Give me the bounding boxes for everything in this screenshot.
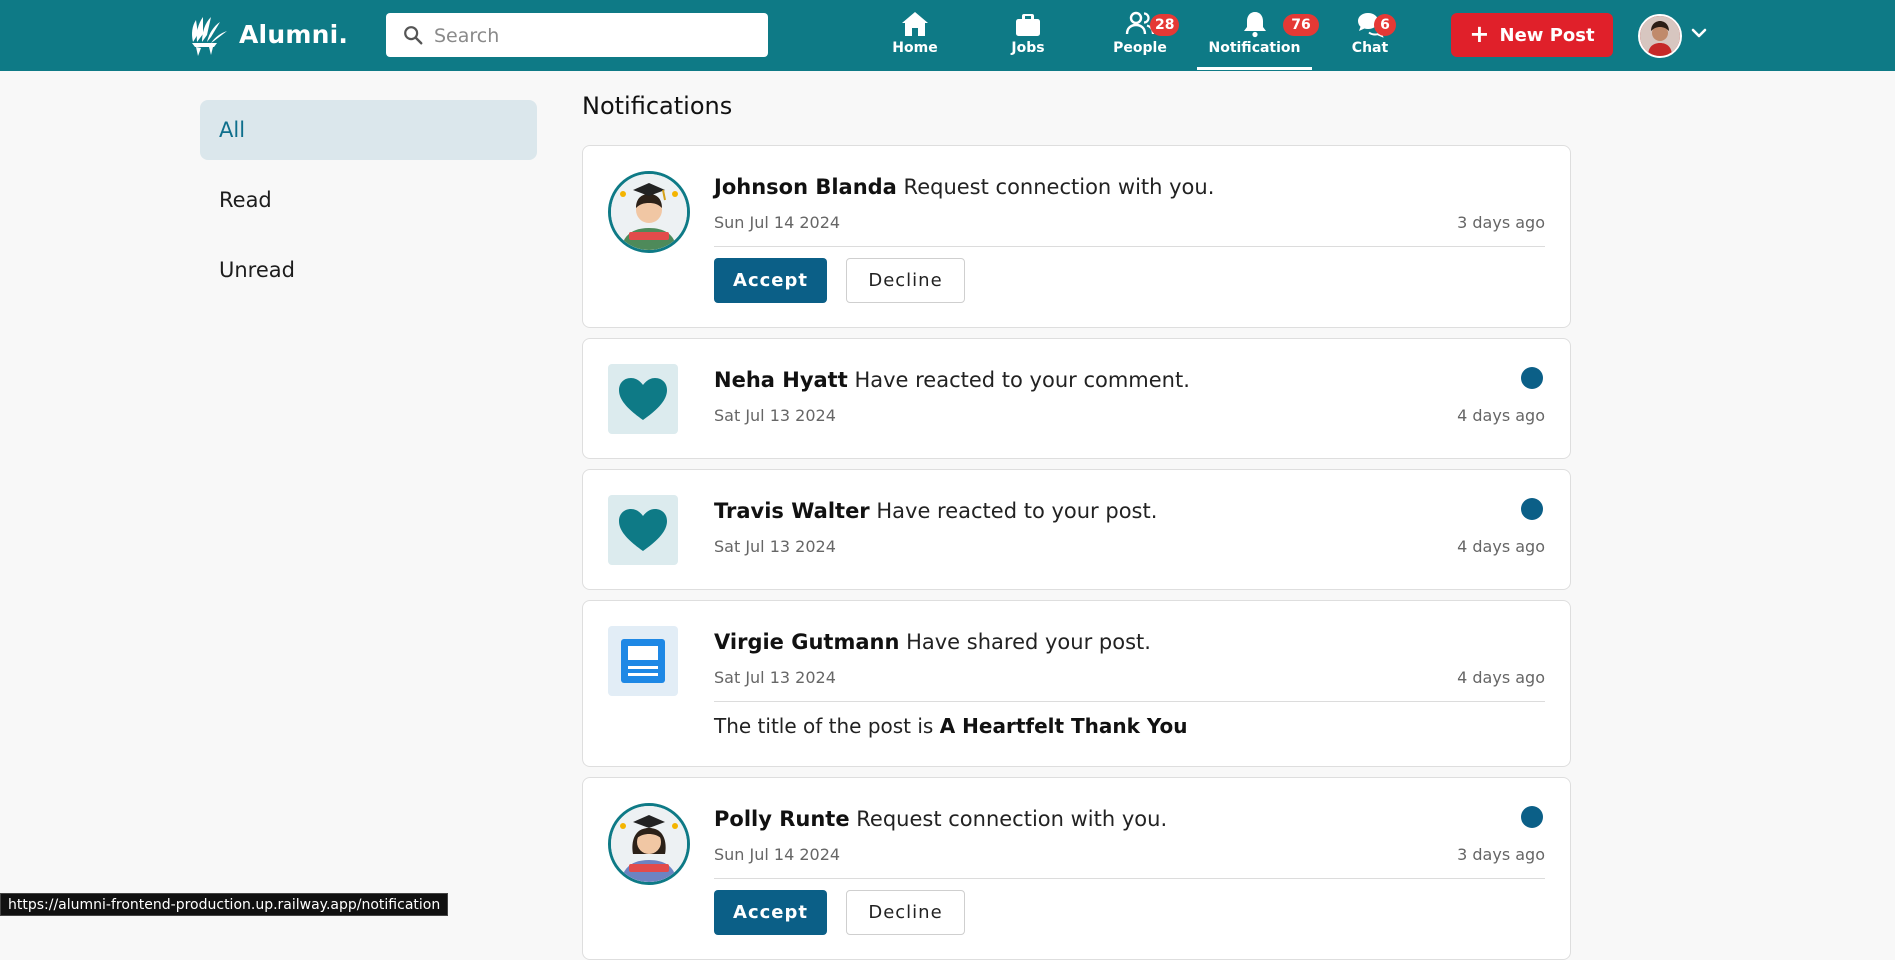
notification-time-ago: 4 days ago [1457, 406, 1545, 425]
home-icon [902, 12, 928, 36]
user-avatar-image [1640, 16, 1680, 56]
search-icon [404, 26, 423, 45]
nav-chat-label: Chat [1351, 40, 1389, 56]
unread-indicator [1521, 498, 1543, 520]
notification-count-badge: 76 [1283, 14, 1319, 36]
search-box[interactable] [386, 13, 768, 59]
notification-message: Virgie Gutmann Have shared your post. [714, 630, 1151, 654]
avatar [608, 803, 690, 885]
notification-card[interactable]: Virgie Gutmann Have shared your post. Sa… [582, 600, 1571, 767]
notification-message: Polly Runte Request connection with you. [714, 807, 1167, 831]
heart-icon [619, 509, 667, 551]
divider [714, 878, 1545, 879]
user-avatar[interactable] [1638, 14, 1682, 58]
page-title: Notifications [582, 92, 733, 120]
notification-sender[interactable]: Virgie Gutmann [714, 630, 899, 654]
divider [714, 246, 1545, 247]
decline-button[interactable]: Decline [846, 258, 965, 303]
graduate-female-avatar-icon [611, 806, 687, 882]
notification-sender[interactable]: Johnson Blanda [714, 175, 897, 199]
top-navbar: Alumni. Home Jobs People 28 [0, 0, 1895, 71]
nav-jobs[interactable]: Jobs [1006, 10, 1050, 70]
post-title-link[interactable]: A Heartfelt Thank You [940, 714, 1188, 738]
filter-all[interactable]: All [200, 100, 537, 160]
notification-message: Johnson Blanda Request connection with y… [714, 175, 1214, 199]
people-count-badge: 28 [1150, 14, 1180, 36]
filter-unread[interactable]: Unread [200, 240, 537, 300]
notification-card[interactable]: Johnson Blanda Request connection with y… [582, 145, 1571, 328]
notification-card[interactable]: Polly Runte Request connection with you.… [582, 777, 1571, 960]
notification-time-ago: 3 days ago [1457, 213, 1545, 232]
notification-time-ago: 4 days ago [1457, 537, 1545, 556]
notification-sender[interactable]: Polly Runte [714, 807, 850, 831]
plus-icon: + [1469, 20, 1490, 48]
headdress-logo-icon [192, 17, 227, 56]
notification-time-ago: 3 days ago [1457, 845, 1545, 864]
nav-home[interactable]: Home [892, 10, 938, 70]
new-post-button[interactable]: + New Post [1451, 13, 1613, 57]
notification-card[interactable]: Neha Hyatt Have reacted to your comment.… [582, 338, 1571, 459]
filter-read[interactable]: Read [200, 170, 537, 230]
bell-icon [1243, 12, 1266, 38]
accept-button[interactable]: Accept [714, 890, 827, 935]
reaction-icon-box [608, 364, 678, 434]
nav-jobs-label: Jobs [1011, 40, 1045, 56]
notification-text: Request connection with you. [856, 807, 1168, 831]
notification-sender[interactable]: Travis Walter [714, 499, 870, 523]
nav-home-label: Home [892, 40, 938, 56]
document-icon [621, 639, 665, 683]
notification-date: Sat Jul 13 2024 [714, 537, 836, 556]
notification-text: Have shared your post. [906, 630, 1151, 654]
reaction-icon-box [608, 495, 678, 565]
unread-indicator [1521, 367, 1543, 389]
shared-post-title-line: The title of the post is A Heartfelt Tha… [714, 714, 1188, 738]
heart-icon [619, 378, 667, 420]
post-title-prefix: The title of the post is [714, 714, 934, 738]
avatar [608, 171, 690, 253]
notification-card[interactable]: Travis Walter Have reacted to your post.… [582, 469, 1571, 590]
brand-name: Alumni. [239, 19, 349, 49]
unread-indicator [1521, 806, 1543, 828]
briefcase-icon [1016, 14, 1040, 36]
link-preview-statusbar: https://alumni-frontend-production.up.ra… [0, 893, 449, 916]
nav-notification-label: Notification [1208, 40, 1301, 56]
chevron-down-icon[interactable] [1690, 24, 1708, 42]
notification-text: Request connection with you. [903, 175, 1215, 199]
graduate-male-avatar-icon [611, 174, 687, 250]
notification-message: Travis Walter Have reacted to your post. [714, 499, 1157, 523]
decline-button[interactable]: Decline [846, 890, 965, 935]
notification-text: Have reacted to your comment. [854, 368, 1190, 392]
search-input[interactable] [432, 13, 756, 59]
notification-message: Neha Hyatt Have reacted to your comment. [714, 368, 1190, 392]
notification-date: Sat Jul 13 2024 [714, 406, 836, 425]
notification-time-ago: 4 days ago [1457, 668, 1545, 687]
new-post-label: New Post [1499, 24, 1595, 46]
brand-logo[interactable]: Alumni. [187, 12, 348, 56]
notification-date: Sun Jul 14 2024 [714, 213, 841, 232]
accept-button[interactable]: Accept [714, 258, 827, 303]
notification-date: Sat Jul 13 2024 [714, 668, 836, 687]
chat-count-badge: 6 [1374, 14, 1396, 36]
divider [714, 701, 1545, 702]
notification-date: Sun Jul 14 2024 [714, 845, 841, 864]
notification-sender[interactable]: Neha Hyatt [714, 368, 848, 392]
nav-people-label: People [1113, 40, 1167, 56]
share-icon-box [608, 626, 678, 696]
notification-text: Have reacted to your post. [876, 499, 1158, 523]
